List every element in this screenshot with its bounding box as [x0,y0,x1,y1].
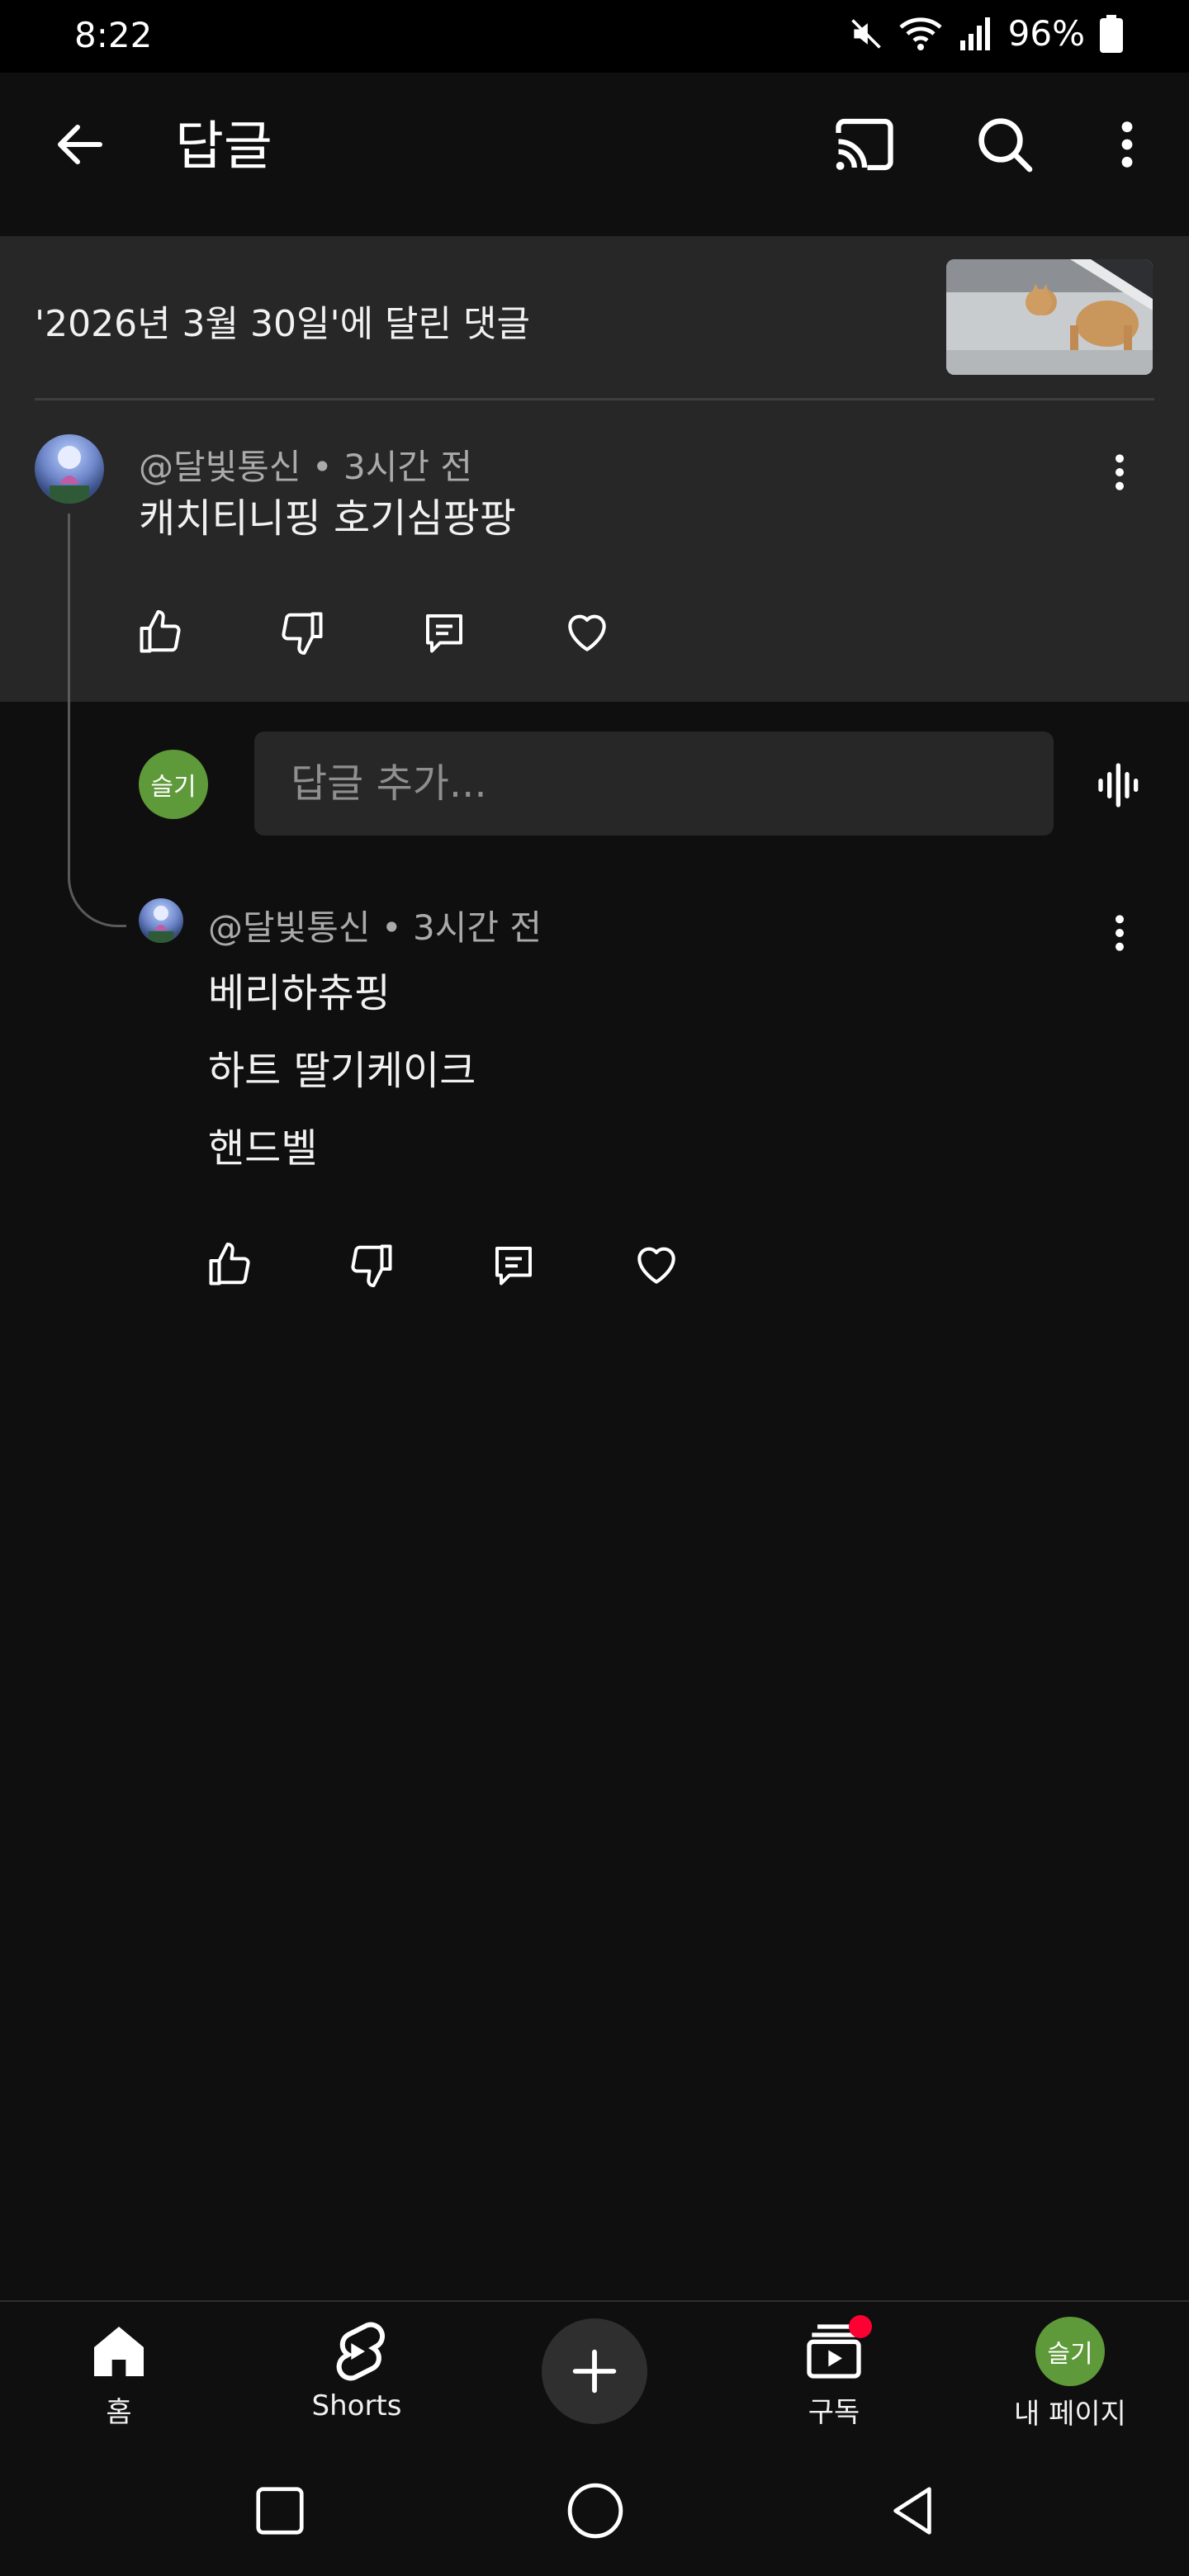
recent-apps-icon[interactable] [234,2465,325,2556]
avatar[interactable] [35,434,104,504]
voice-input-icon[interactable] [1075,740,1166,831]
parent-comment: @달빛통신 • 3시간 전 캐치티니핑 호기심팡팡 [0,398,1189,702]
comment-text: 캐치티니핑 호기심팡팡 [139,495,516,542]
back-triangle-icon[interactable] [867,2465,958,2556]
avatar: 슬기 [1035,2317,1105,2386]
like-icon[interactable] [135,599,277,665]
system-nav-bar [0,2449,1189,2576]
reply-comment: @달빛통신 • 3시간 전 베리하츄핑 하트 딸기케이크 핸드벨 [0,875,1189,1305]
reply-icon[interactable] [419,599,561,665]
comment-more-icon[interactable] [1078,431,1161,514]
more-vert-icon[interactable] [1082,99,1172,190]
divider [35,398,1154,400]
nav-label: Shorts [311,2389,402,2422]
signal-icon [957,16,993,52]
heart-icon[interactable] [561,599,703,665]
comment-actions [205,1232,773,1298]
nav-shorts[interactable]: Shorts [274,2318,439,2422]
nav-my-page[interactable]: 슬기 내 페이지 [988,2317,1153,2432]
bottom-nav: 홈 Shorts 구독 슬기 내 페이지 [0,2300,1189,2451]
video-thumbnail[interactable] [946,259,1153,375]
back-arrow-icon[interactable] [35,99,126,190]
status-bar: 8:22 96% [0,0,1189,73]
comment-more-icon[interactable] [1078,892,1161,974]
search-icon[interactable] [959,99,1050,190]
comment-meta: @달빛통신 • 3시간 전 [139,447,473,487]
nav-label: 홈 [106,2396,132,2429]
nav-label: 구독 [808,2396,860,2429]
home-icon [86,2318,152,2384]
status-time: 8:22 [74,15,153,55]
reply-icon[interactable] [489,1232,631,1298]
subscriptions-icon [801,2315,872,2384]
page-title: 답글 [175,116,272,178]
video-context-text: '2026년 3월 30일'에 달린 댓글 [35,303,530,345]
comment-actions [135,599,703,665]
comment-line: 하트 딸기케이크 [208,1048,476,1094]
reply-input-row: 슬기 [0,702,1189,867]
video-context-header[interactable]: '2026년 3월 30일'에 달린 댓글 [0,236,1189,398]
battery-icon [1100,14,1123,53]
comment-text: 베리하츄핑 하트 딸기케이크 핸드벨 [208,954,476,1187]
cast-icon[interactable] [819,99,910,190]
dislike-icon[interactable] [347,1232,489,1298]
dislike-icon[interactable] [277,599,419,665]
comment-line: 베리하츄핑 [208,970,391,1016]
comment-meta: @달빛통신 • 3시간 전 [208,907,542,948]
avatar[interactable] [139,898,183,943]
status-icons: 96% [848,13,1123,54]
notification-dot [849,2315,872,2338]
wifi-icon [899,16,942,52]
mute-icon [848,16,884,52]
user-avatar: 슬기 [139,750,208,819]
heart-icon[interactable] [631,1232,773,1298]
nav-subscriptions[interactable]: 구독 [751,2315,917,2430]
comment-line: 핸드벨 [208,1125,318,1172]
nav-label: 내 페이지 [1014,2398,1126,2431]
app-bar: 답글 [0,73,1189,234]
reply-input[interactable] [254,732,1054,836]
battery-percent: 96% [1007,13,1085,54]
shorts-icon [324,2318,390,2384]
create-plus-icon[interactable] [542,2318,647,2424]
nav-home[interactable]: 홈 [36,2318,201,2430]
like-icon[interactable] [205,1232,347,1298]
home-circle-icon[interactable] [550,2465,641,2556]
